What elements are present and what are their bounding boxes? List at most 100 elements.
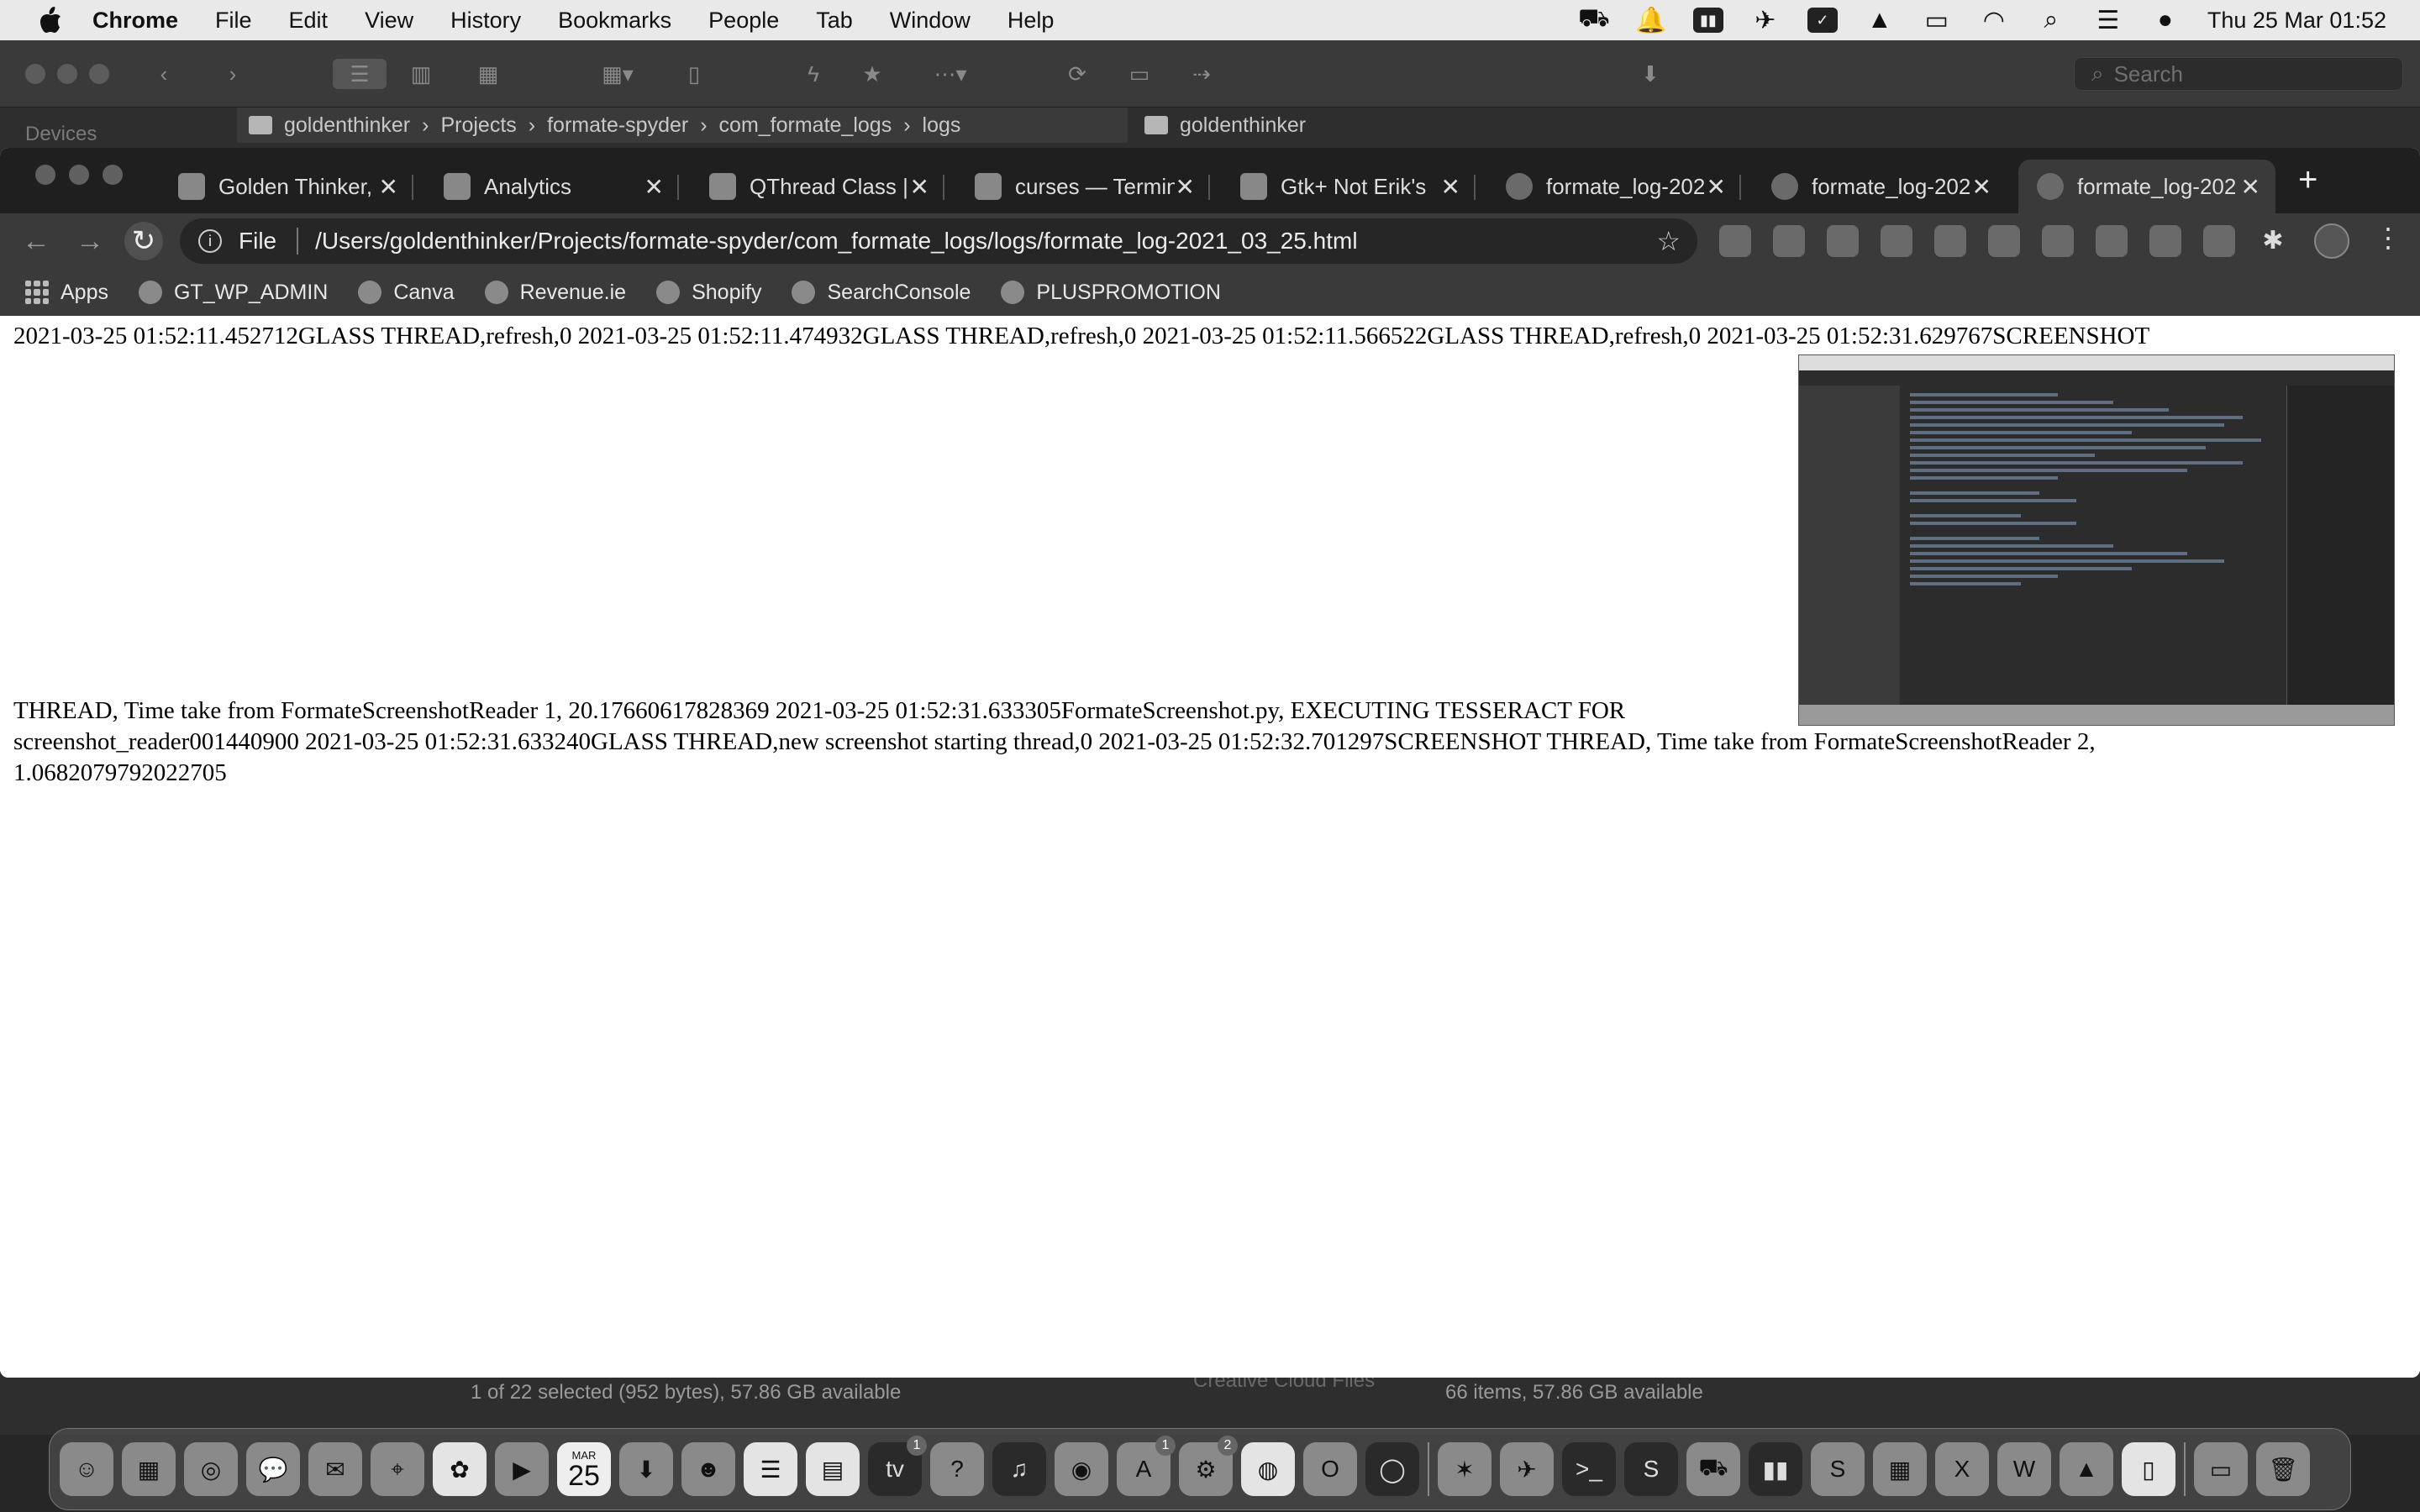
forklift-dock-icon[interactable]: ⛟ [1686,1442,1740,1496]
window-extension-icon[interactable] [1934,225,1966,257]
menu-edit[interactable]: Edit [289,8,329,34]
music-dock-icon[interactable]: ♫ [992,1442,1046,1496]
bookmark-searchconsole[interactable]: SearchConsole [792,281,971,305]
sublime-dock-icon[interactable]: S [1624,1442,1678,1496]
battery-icon[interactable]: ▭ [1922,7,1952,34]
tab-formate-log-2[interactable]: formate_log-202 ✕ [1753,160,2007,213]
gallery-view-icon[interactable]: ▦ [467,59,509,89]
evernote-extension-icon[interactable] [2096,225,2128,257]
close-tab-icon[interactable]: ✕ [1972,173,1991,201]
bookmark-revenue[interactable]: Revenue.ie [484,281,626,305]
ublock-extension-icon[interactable] [2203,225,2235,257]
menu-clock[interactable]: Thu 25 Mar 01:52 [2207,8,2386,34]
close-tab-icon[interactable]: ✕ [910,173,929,201]
finder-close-button[interactable] [25,64,45,84]
sync-icon[interactable]: ⟳ [1060,59,1094,89]
telegram-dock-icon[interactable]: ✈ [1500,1442,1554,1496]
font-extension-icon[interactable] [1988,225,2020,257]
column-view-icon[interactable]: ▥ [400,59,442,89]
document-dock-icon[interactable]: ▯ [2122,1442,2175,1496]
close-tab-icon[interactable]: ✕ [379,173,398,201]
calculator-dock-icon[interactable]: ▦ [1873,1442,1927,1496]
finder-zoom-button[interactable] [89,64,109,84]
back-icon[interactable]: ← [17,222,55,260]
menu-tab[interactable]: Tab [816,8,853,34]
new-tab-button[interactable]: + [2298,161,2317,199]
record-extension-icon[interactable] [2149,225,2181,257]
share-icon[interactable]: ⇢ [1185,59,1218,89]
chrome-close-button[interactable] [35,165,55,185]
tasks-status-icon[interactable]: ✓ [1807,8,1838,33]
word-dock-icon[interactable]: W [1997,1442,2051,1496]
appletv-dock-icon[interactable]: tv 1 [868,1436,927,1496]
siri-icon[interactable]: ● [2150,6,2181,34]
tab-golden-thinker[interactable]: Golden Thinker, ✕ [160,160,413,213]
tab-gtk[interactable]: Gtk+ Not Erik's ✕ [1222,160,1476,213]
finder-back-icon[interactable]: ‹ [151,59,176,89]
close-tab-icon[interactable]: ✕ [1707,173,1726,201]
contacts-dock-icon[interactable]: ☻ [681,1442,735,1496]
system-preferences-dock-icon[interactable]: ⚙ 2 [1179,1436,1238,1496]
wifi-icon[interactable]: ◠ [1979,7,2009,34]
control-center-icon[interactable]: ☰ [2093,7,2123,34]
tab-curses[interactable]: curses — Termin ✕ [956,160,1210,213]
bolt-icon[interactable]: ϟ [797,59,830,89]
path-segment[interactable]: formate-spyder [547,113,688,138]
download-icon[interactable]: ⬇ [1634,59,1667,89]
site-info-icon[interactable]: i [198,229,222,253]
bookmark-apps[interactable]: Apps [25,281,108,305]
recycle-extension-icon[interactable] [1827,225,1859,257]
menu-people[interactable]: People [708,8,779,34]
maps-dock-icon[interactable]: ⌖ [371,1442,424,1496]
menu-help[interactable]: Help [1007,8,1055,34]
chrome-zoom-button[interactable] [103,165,123,185]
path-segment[interactable]: com_formate_logs [719,113,892,138]
outlook-dock-icon[interactable]: O [1303,1442,1357,1496]
help-dock-icon[interactable]: ? [930,1442,984,1496]
menu-view[interactable]: View [365,8,413,34]
close-tab-icon[interactable]: ✕ [644,173,664,201]
reminders-dock-icon[interactable]: ☰ [744,1442,797,1496]
tab-formate-log-1[interactable]: formate_log-202 ✕ [1487,160,1741,213]
messages-dock-icon[interactable]: 💬 [246,1442,300,1496]
address-bar[interactable]: i File /Users/goldenthinker/Projects/for… [180,218,1697,264]
close-tab-icon[interactable]: ✕ [1176,173,1195,201]
layers-extension-icon[interactable] [1773,225,1805,257]
spotlight-search-icon[interactable]: ⌕ [2036,6,2066,34]
tab-formate-log-active[interactable]: formate_log-202 ✕ [2018,160,2275,213]
chrome-dock-icon[interactable]: ◍ [1241,1442,1295,1496]
apple-menu-icon[interactable] [34,6,67,34]
reload-icon[interactable]: ↻ [124,222,163,260]
launchpad-dock-icon[interactable]: ▦ [122,1442,176,1496]
finder-forward-icon[interactable]: › [220,59,245,89]
tab-qthread[interactable]: QThread Class | ✕ [691,160,944,213]
vlc-status-icon[interactable]: ▲ [1865,6,1895,34]
excel-dock-icon[interactable]: X [1935,1442,1989,1496]
forward-icon[interactable]: → [71,222,109,260]
puzzle-extensions-icon[interactable]: ✱ [2257,225,2289,257]
group-by-icon[interactable]: ▦▾ [588,59,647,89]
appstore-dock-icon[interactable]: A 1 [1117,1436,1176,1496]
telegram-status-icon[interactable]: ✈ [1750,7,1781,34]
address-url[interactable]: /Users/goldenthinker/Projects/formate-sp… [315,228,1357,255]
vlc-dock-icon[interactable]: ▲ [2060,1442,2113,1496]
terminal-dock-icon[interactable]: >_ [1562,1442,1616,1496]
list-view-icon[interactable]: ☰ [333,59,387,89]
path-segment[interactable]: logs [923,113,961,138]
menu-bookmarks[interactable]: Bookmarks [558,8,671,34]
archive-extension-icon[interactable] [1881,225,1912,257]
folder-dock-icon[interactable]: ▭ [2194,1442,2248,1496]
photos-dock-icon[interactable]: ✿ [433,1442,487,1496]
safari-dock-icon[interactable]: ◎ [184,1442,238,1496]
menu-app-name[interactable]: Chrome [92,8,178,34]
spyder-dock-icon[interactable]: ✶ [1438,1442,1491,1496]
path-segment[interactable]: goldenthinker [1180,113,1306,138]
podcasts-dock-icon[interactable]: ◉ [1055,1442,1108,1496]
chrome-menu-icon[interactable]: ⋮ [2375,222,2402,254]
more-actions-icon[interactable]: ⋯▾ [923,59,978,89]
star-icon[interactable]: ★ [855,59,889,89]
opera-dock-icon[interactable]: ◯ [1365,1442,1419,1496]
close-tab-icon[interactable]: ✕ [2241,173,2260,201]
notification-status-icon[interactable]: 🔔 [1635,7,1666,34]
trash-dock-icon[interactable]: 🗑 [2256,1442,2310,1496]
